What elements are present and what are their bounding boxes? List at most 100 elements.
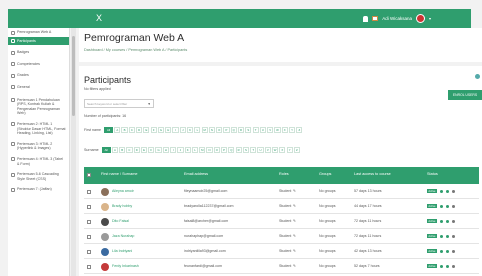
row-checkbox[interactable]	[87, 219, 91, 224]
user-picture[interactable]	[101, 232, 109, 241]
first-name-letter[interactable]: F	[150, 127, 157, 133]
first-name-letter[interactable]: S	[245, 127, 252, 133]
first-name-letter[interactable]: T	[252, 127, 259, 133]
chevron-down-icon[interactable]: ▾	[429, 16, 431, 21]
chevron-down-icon[interactable]: ▾	[148, 102, 150, 106]
first-name-letter[interactable]: M	[201, 127, 208, 133]
sidebar-item-pertemuan-1[interactable]: Pertemuan 1 Pendahuluan (RPS, Kontrak Ku…	[8, 95, 69, 119]
edit-role-icon[interactable]: ✎	[293, 249, 296, 253]
surname-letter[interactable]: F	[148, 147, 155, 153]
trash-icon[interactable]	[452, 265, 456, 269]
first-name-letter[interactable]: G	[157, 127, 165, 133]
surname-letter[interactable]: X	[279, 147, 286, 153]
surname-letter[interactable]: All	[101, 147, 111, 153]
first-name-letter[interactable]: A	[114, 127, 121, 133]
sidebar-item-general[interactable]: General	[8, 83, 69, 92]
surname-letter[interactable]: O	[213, 147, 220, 153]
user-name[interactable]: Adi Wicaksana	[382, 16, 412, 21]
gear-icon[interactable]	[446, 190, 450, 194]
participant-name[interactable]: Aileyna amoir	[112, 189, 134, 193]
first-name-letter[interactable]: E	[143, 127, 150, 133]
message-icon[interactable]	[372, 16, 379, 21]
surname-letter[interactable]: K	[184, 147, 191, 153]
surname-letter[interactable]: L	[191, 147, 199, 153]
participant-name[interactable]: Brady hobby	[112, 204, 132, 208]
sidebar-item-pertemuan-7[interactable]: Pertemuan 7: (Jaffan)	[8, 184, 69, 195]
surname-letter[interactable]: M	[199, 147, 206, 153]
close-drawer-icon[interactable]: X	[96, 14, 102, 23]
participant-name[interactable]: Dito Faisal	[112, 219, 129, 223]
surname-letter[interactable]: Q	[228, 147, 235, 153]
first-name-letter[interactable]: U	[259, 127, 266, 133]
trash-icon[interactable]	[452, 205, 456, 209]
first-name-letter[interactable]: C	[128, 127, 135, 133]
gear-icon[interactable]	[446, 250, 450, 254]
first-name-letter[interactable]: Y	[288, 127, 296, 133]
enrol-users-button[interactable]: ENROL USERS	[448, 90, 482, 100]
surname-letter[interactable]: S	[242, 147, 250, 153]
row-checkbox[interactable]	[87, 234, 91, 239]
first-name-letter[interactable]: K	[186, 127, 194, 133]
surname-letter[interactable]: Z	[293, 147, 300, 153]
sidebar-item-competencies[interactable]: Competencies	[8, 60, 69, 69]
row-checkbox[interactable]	[87, 204, 91, 209]
first-name-letter[interactable]: H	[165, 127, 172, 133]
bell-icon[interactable]	[363, 15, 369, 22]
user-picture[interactable]	[101, 247, 109, 256]
sidebar-item-badges[interactable]: Badges	[8, 48, 69, 57]
info-icon[interactable]	[440, 235, 444, 239]
participant-name[interactable]: Ferdy Inkarinash	[112, 264, 139, 268]
col-name[interactable]: First name / Surname	[101, 172, 138, 176]
user-picture[interactable]	[101, 202, 109, 211]
sidebar-scrollbar[interactable]	[71, 28, 76, 276]
first-name-letter[interactable]: W	[274, 127, 281, 133]
gear-icon[interactable]	[446, 205, 450, 209]
col-last-access[interactable]: Last access to course	[354, 172, 391, 176]
sidebar-item-participants[interactable]: Participants	[8, 36, 69, 46]
row-checkbox[interactable]	[87, 264, 91, 269]
surname-letter[interactable]: D	[133, 147, 140, 153]
trash-icon[interactable]	[452, 250, 456, 254]
participant-name[interactable]: Jaza Nurahap	[112, 234, 134, 238]
first-name-letter[interactable]: O	[216, 127, 223, 133]
first-name-letter[interactable]: V	[267, 127, 274, 133]
surname-letter[interactable]: E	[140, 147, 148, 153]
filter-search-input[interactable]: Search keyword or select filter ▾	[84, 99, 154, 108]
first-name-letter[interactable]: J	[179, 127, 186, 133]
surname-letter[interactable]: Y	[286, 147, 293, 153]
edit-role-icon[interactable]: ✎	[293, 189, 296, 193]
surname-letter[interactable]: C	[126, 147, 133, 153]
first-name-letter[interactable]: Z	[296, 127, 303, 133]
first-name-letter[interactable]: Q	[230, 127, 237, 133]
surname-letter[interactable]: G	[155, 147, 162, 153]
info-icon[interactable]	[440, 265, 444, 269]
edit-role-icon[interactable]: ✎	[293, 264, 296, 268]
surname-letter[interactable]: U	[257, 147, 264, 153]
first-name-letter[interactable]: P	[223, 127, 230, 133]
scrollbar-thumb[interactable]	[72, 36, 75, 116]
user-picture[interactable]	[101, 217, 109, 226]
first-name-letter[interactable]: R	[237, 127, 245, 133]
sidebar-item-pertemuan-5[interactable]: Pertemuan 5-6 Cascading Style Sheet (CSS…	[8, 169, 69, 184]
gear-icon[interactable]	[446, 265, 450, 269]
user-picture[interactable]	[101, 262, 109, 271]
col-email[interactable]: Email address	[184, 172, 208, 176]
sidebar-item-pertemuan-3[interactable]: Pertemuan 3: HTML 2 (Hyperlink & Images)	[8, 139, 69, 154]
surname-letter[interactable]: B	[119, 147, 126, 153]
surname-letter[interactable]: A	[111, 147, 118, 153]
first-name-letter[interactable]: L	[194, 127, 201, 133]
trash-icon[interactable]	[452, 220, 456, 224]
edit-role-icon[interactable]: ✎	[293, 234, 296, 238]
row-checkbox[interactable]	[87, 249, 91, 254]
first-name-letter[interactable]: All	[104, 127, 114, 133]
sidebar-item-pertemuan-2[interactable]: Pertemuan 2: HTML 1 (Struktur Dasar HTML…	[8, 119, 69, 139]
info-icon[interactable]	[440, 190, 444, 194]
info-icon[interactable]	[440, 205, 444, 209]
sidebar-item-pertemuan-4[interactable]: Pertemuan 4: HTML 3 (Tabel & Form)	[8, 154, 69, 169]
select-all-checkbox[interactable]	[87, 172, 91, 177]
trash-icon[interactable]	[452, 190, 456, 194]
surname-letter[interactable]: R	[235, 147, 242, 153]
gear-icon[interactable]	[446, 235, 450, 239]
row-checkbox[interactable]	[87, 189, 91, 194]
sidebar-item-course[interactable]: Pemrograman Web A	[8, 28, 69, 37]
